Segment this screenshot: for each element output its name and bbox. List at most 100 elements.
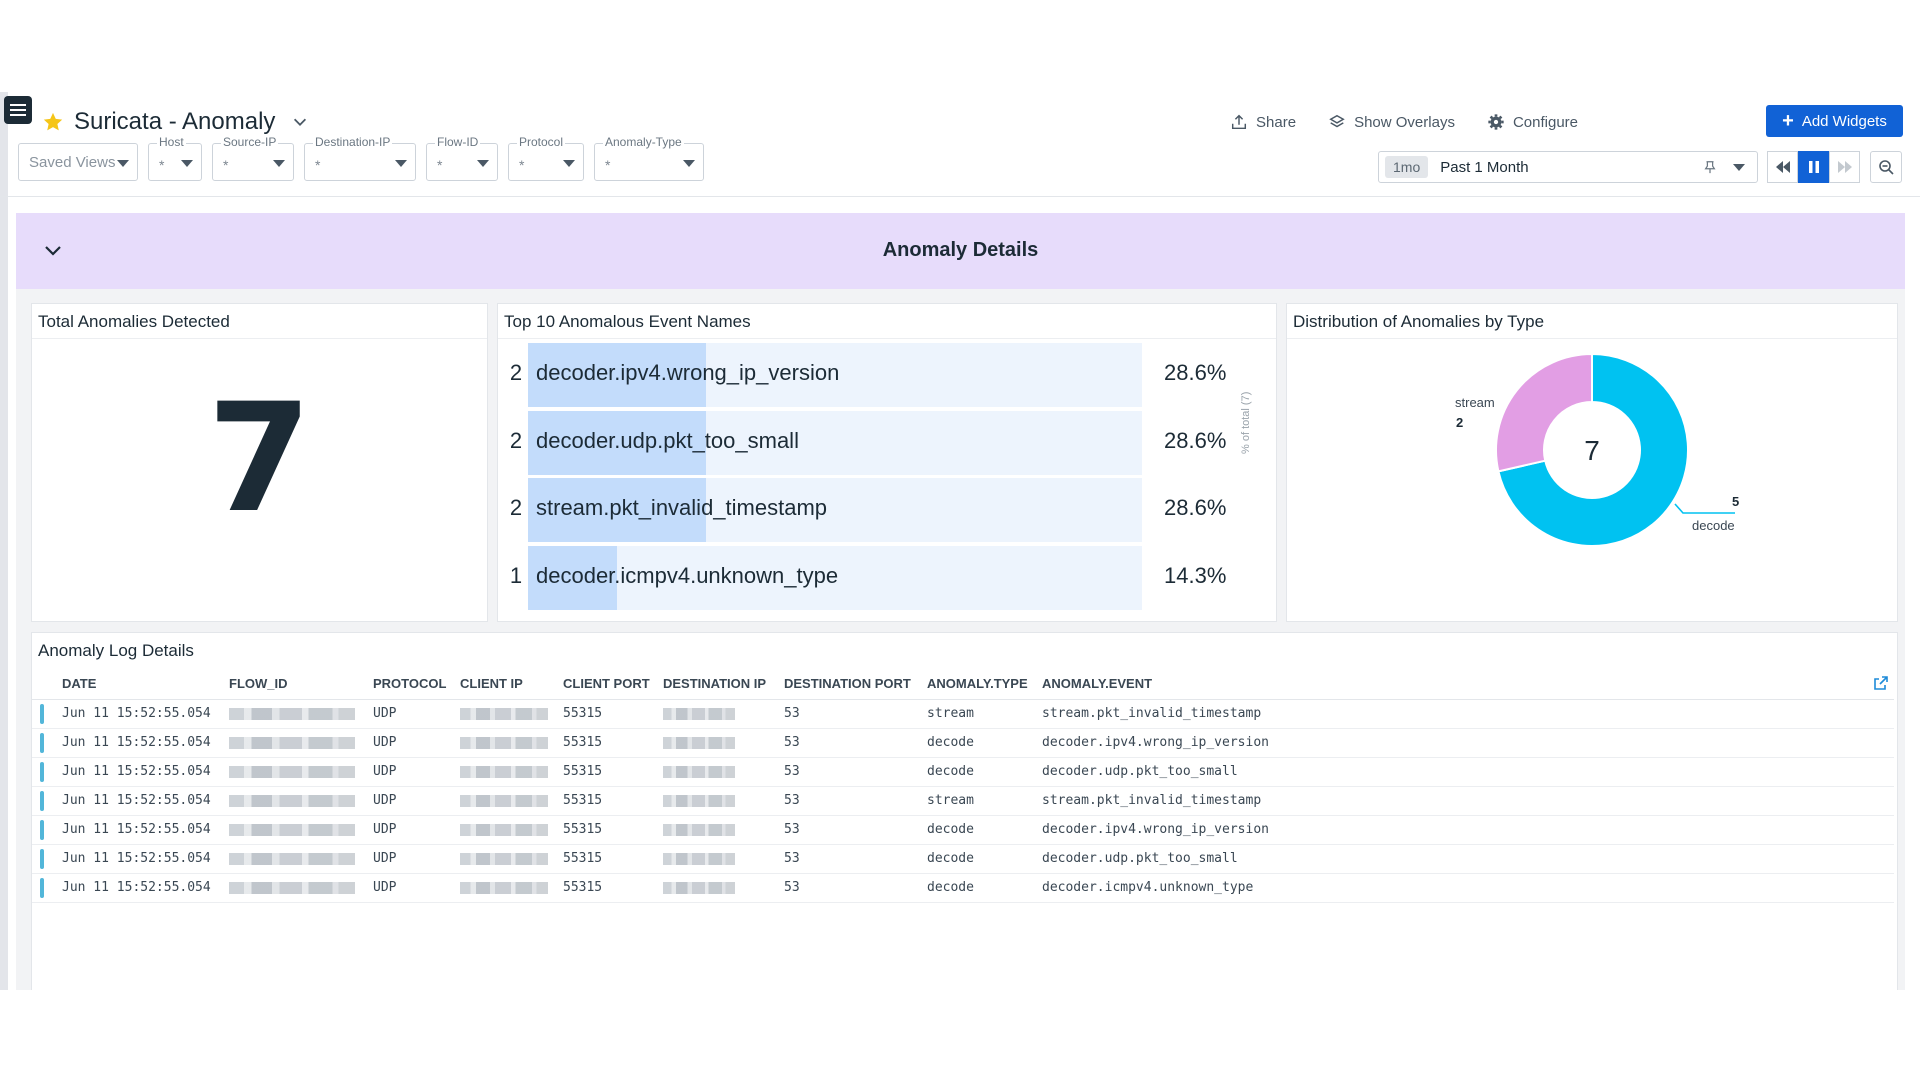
column-header[interactable]: CLIENT PORT (563, 669, 663, 700)
protocol-cell: UDP (373, 873, 460, 903)
dashboard-title[interactable]: Suricata - Anomaly (74, 108, 275, 136)
toplist-row[interactable]: 2 stream.pkt_invalid_timestamp 28.6% (498, 475, 1238, 542)
row-status-cell (32, 873, 62, 903)
row-status-cell (32, 757, 62, 787)
flow-id-cell (229, 728, 373, 758)
timeframe-selector[interactable]: 1mo Past 1 Month (1378, 151, 1758, 183)
rewind-button[interactable] (1767, 151, 1798, 183)
widget-title: Distribution of Anomalies by Type (1293, 312, 1545, 331)
zoom-out-button[interactable] (1870, 151, 1902, 183)
client-ip-cell (460, 757, 563, 787)
protocol-cell: UDP (373, 844, 460, 874)
column-header[interactable]: DATE (62, 669, 229, 700)
table-row[interactable]: Jun 11 15:52:55.054 UDP 55315 53 decode decod… (32, 728, 1894, 758)
toplist-percent: 28.6% (1164, 427, 1227, 453)
configure-label: Configure (1512, 113, 1578, 131)
toplist-name: decoder.icmpv4.unknown_type (536, 562, 839, 588)
row-status-indicator (40, 790, 44, 811)
donut-center-value: 7 (1584, 435, 1600, 466)
destination-port-cell: 53 (784, 844, 927, 874)
column-header[interactable]: ANOMALY.EVENT (1042, 669, 1894, 700)
anomaly-event-cell: decoder.icmpv4.unknown_type (1042, 873, 1894, 903)
table-row[interactable]: Jun 11 15:52:55.054 UDP 55315 53 stream strea… (32, 786, 1894, 816)
widget-divider (1287, 338, 1897, 339)
fast-forward-button[interactable] (1829, 151, 1860, 183)
filter-protocol[interactable]: Protocol * (508, 135, 584, 181)
table-row[interactable]: Jun 11 15:52:55.054 UDP 55315 53 decode decod… (32, 757, 1894, 787)
date-cell: Jun 11 15:52:55.054 (62, 815, 229, 845)
redacted-value (460, 823, 548, 836)
group-header[interactable]: Anomaly Details (16, 213, 1905, 289)
slice-value-decode: 5 (1732, 494, 1739, 509)
redacted-value (460, 736, 548, 749)
filter-flow-id[interactable]: Flow-ID * (426, 135, 498, 181)
flow-id-cell (229, 844, 373, 874)
share-button[interactable]: Share (1230, 106, 1296, 138)
destination-ip-cell (663, 699, 784, 729)
column-header[interactable]: FLOW_ID (229, 669, 373, 700)
table-row[interactable]: Jun 11 15:52:55.054 UDP 55315 53 decode decod… (32, 873, 1894, 903)
chevron-down-icon[interactable] (291, 113, 309, 131)
toplist-row[interactable]: 1 decoder.icmpv4.unknown_type 14.3% (498, 543, 1238, 610)
configure-button[interactable]: Configure (1487, 106, 1578, 138)
filter-value: * (519, 157, 525, 173)
filter-host[interactable]: Host * (148, 135, 202, 181)
destination-ip-cell (663, 757, 784, 787)
anomaly-log-widget[interactable]: Anomaly Log Details DATE FLOW_ID PROTOCO… (31, 632, 1898, 990)
table-row[interactable]: Jun 11 15:52:55.054 UDP 55315 53 decode decod… (32, 844, 1894, 874)
toplist-axis-label: % of total (7) (1240, 391, 1252, 454)
top-event-names-widget[interactable]: Top 10 Anomalous Event Names 2 decoder.ip… (497, 303, 1277, 622)
client-ip-cell (460, 699, 563, 729)
widget-divider (498, 338, 1276, 339)
destination-port-cell: 53 (784, 873, 927, 903)
anomaly-type-cell: decode (927, 844, 1042, 874)
show-overlays-button[interactable]: Show Overlays (1328, 106, 1455, 138)
distribution-widget[interactable]: Distribution of Anomalies by Type 7 stre… (1286, 303, 1898, 622)
toplist-row[interactable]: 2 decoder.ipv4.wrong_ip_version 28.6% (498, 340, 1238, 407)
row-status-indicator (40, 819, 44, 840)
filter-source-ip[interactable]: Source-IP * (212, 135, 294, 181)
table-row[interactable]: Jun 11 15:52:55.054 UDP 55315 53 decode decod… (32, 815, 1894, 845)
destination-port-cell: 53 (784, 757, 927, 787)
row-status-cell (32, 728, 62, 758)
client-port-cell: 55315 (563, 728, 663, 758)
client-port-cell: 55315 (563, 699, 663, 729)
slice-label-stream: stream (1455, 395, 1495, 410)
client-port-cell: 55315 (563, 844, 663, 874)
widget-title: Top 10 Anomalous Event Names (504, 312, 751, 331)
caret-down-icon (117, 160, 129, 167)
zoom-out-icon (1879, 160, 1894, 175)
row-status-cell (32, 786, 62, 816)
client-ip-cell (460, 786, 563, 816)
filter-anomaly-type[interactable]: Anomaly-Type * (594, 135, 704, 181)
pause-button[interactable] (1798, 151, 1829, 183)
decode-leader-line (1674, 503, 1735, 514)
pin-icon[interactable] (1703, 160, 1717, 174)
filter-destination-ip[interactable]: Destination-IP * (304, 135, 416, 181)
total-anomalies-widget[interactable]: Total Anomalies Detected 7 (31, 303, 488, 622)
add-widgets-button[interactable]: + Add Widgets (1766, 105, 1903, 137)
column-header[interactable]: DESTINATION PORT (784, 669, 927, 700)
column-header[interactable]: DESTINATION IP (663, 669, 784, 700)
share-label: Share (1256, 113, 1297, 131)
column-header[interactable]: ANOMALY.TYPE (927, 669, 1042, 700)
redacted-value (460, 765, 548, 778)
toplist-row[interactable]: 2 decoder.udp.pkt_too_small 28.6% (498, 408, 1238, 475)
donut-slice-stream[interactable] (1495, 352, 1593, 473)
protocol-cell: UDP (373, 757, 460, 787)
table-row[interactable]: Jun 11 15:52:55.054 UDP 55315 53 stream strea… (32, 699, 1894, 729)
redacted-value (229, 823, 355, 836)
saved-views-dropdown[interactable]: Saved Views (18, 143, 138, 181)
anomaly-event-cell: decoder.udp.pkt_too_small (1042, 844, 1894, 874)
star-icon[interactable] (42, 111, 64, 133)
client-port-cell: 55315 (563, 873, 663, 903)
column-header[interactable]: PROTOCOL (373, 669, 460, 700)
destination-port-cell: 53 (784, 786, 927, 816)
client-port-cell: 55315 (563, 757, 663, 787)
caret-down-icon (395, 160, 407, 167)
header-actions: Share Show Overlays Configure (1198, 106, 1578, 138)
menu-icon[interactable] (4, 96, 32, 124)
caret-down-icon[interactable] (1733, 163, 1745, 171)
column-header[interactable]: CLIENT IP (460, 669, 563, 700)
redacted-value (229, 794, 355, 807)
